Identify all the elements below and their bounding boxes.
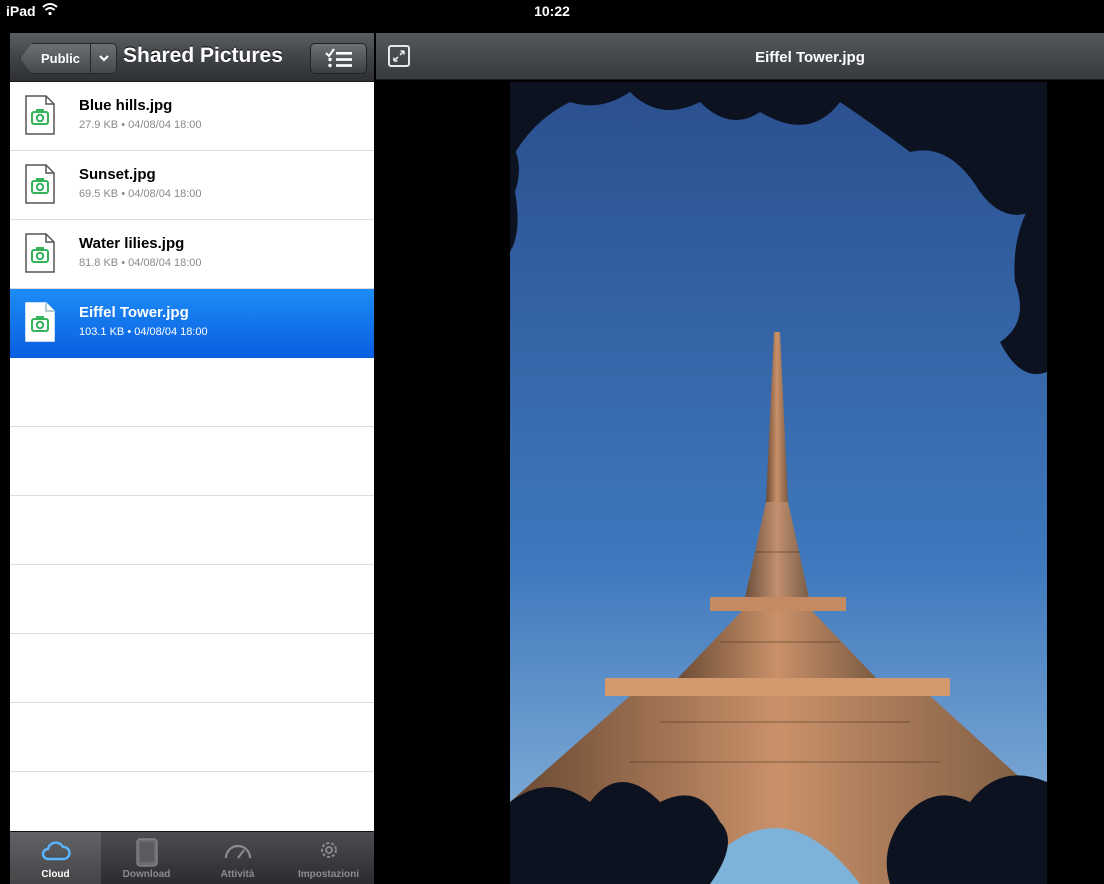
tab-attivita[interactable]: Attività xyxy=(192,832,283,884)
select-list-button[interactable] xyxy=(310,43,367,74)
empty-row xyxy=(10,427,374,496)
speedometer-icon xyxy=(224,844,252,859)
file-row[interactable]: Sunset.jpg 69.5 KB • 04/08/04 18:00 xyxy=(10,151,374,220)
folder-title: Shared Pictures xyxy=(123,44,283,67)
gear-icon xyxy=(321,842,337,858)
empty-row xyxy=(10,634,374,703)
file-meta: 81.8 KB • 04/08/04 18:00 xyxy=(79,257,202,269)
eiffel-tower-photo xyxy=(510,82,1047,884)
file-browser-panel: Public Shared Pictures Blue hills.jpg 27… xyxy=(10,33,374,884)
empty-row xyxy=(10,565,374,634)
tab-download[interactable]: Download xyxy=(101,832,192,884)
empty-row xyxy=(10,703,374,772)
browser-nav-bar: Public Shared Pictures xyxy=(10,33,374,82)
empty-row xyxy=(10,496,374,565)
tab-label: Impostazioni xyxy=(297,869,360,880)
file-meta: 27.9 KB • 04/08/04 18:00 xyxy=(79,119,202,131)
file-row-selected[interactable]: Eiffel Tower.jpg 103.1 KB • 04/08/04 18:… xyxy=(10,289,374,358)
tab-label: Attività xyxy=(220,869,255,880)
public-back-button[interactable]: Public xyxy=(20,43,117,74)
status-bar: iPad 10:22 xyxy=(0,0,1104,22)
tab-cloud[interactable]: Cloud xyxy=(10,832,101,884)
tab-impostazioni[interactable]: Impostazioni xyxy=(283,832,374,884)
chevron-down-icon[interactable] xyxy=(97,47,111,74)
image-file-icon xyxy=(25,95,55,135)
cloud-icon xyxy=(41,841,71,861)
image-file-icon xyxy=(25,164,55,204)
file-name: Blue hills.jpg xyxy=(79,97,173,114)
file-meta: 69.5 KB • 04/08/04 18:00 xyxy=(79,188,202,200)
viewer-title: Eiffel Tower.jpg xyxy=(755,49,865,66)
file-row[interactable]: Water lilies.jpg 81.8 KB • 04/08/04 18:0… xyxy=(10,220,374,289)
file-meta: 103.1 KB • 04/08/04 18:00 xyxy=(79,326,208,338)
tab-label: Cloud xyxy=(41,869,70,880)
clock: 10:22 xyxy=(534,3,570,19)
image-file-icon xyxy=(25,302,55,342)
file-row[interactable]: Blue hills.jpg 27.9 KB • 04/08/04 18:00 xyxy=(10,82,374,151)
image-file-icon xyxy=(25,233,55,273)
back-button-label: Public xyxy=(41,51,81,66)
tab-bar: Cloud Download Attività Impostazioni xyxy=(10,831,374,884)
viewer-nav-bar: Eiffel Tower.jpg xyxy=(376,33,1104,80)
file-name: Sunset.jpg xyxy=(79,166,156,183)
file-name: Eiffel Tower.jpg xyxy=(79,304,189,321)
tab-label: Download xyxy=(122,869,171,880)
file-list: Blue hills.jpg 27.9 KB • 04/08/04 18:00 … xyxy=(10,82,374,841)
checklist-icon xyxy=(311,48,366,77)
empty-row xyxy=(10,358,374,427)
tablet-icon xyxy=(136,838,158,867)
file-name: Water lilies.jpg xyxy=(79,235,185,252)
image-viewer: Eiffel Tower.jpg xyxy=(376,33,1104,884)
back-button-divider xyxy=(90,44,91,73)
